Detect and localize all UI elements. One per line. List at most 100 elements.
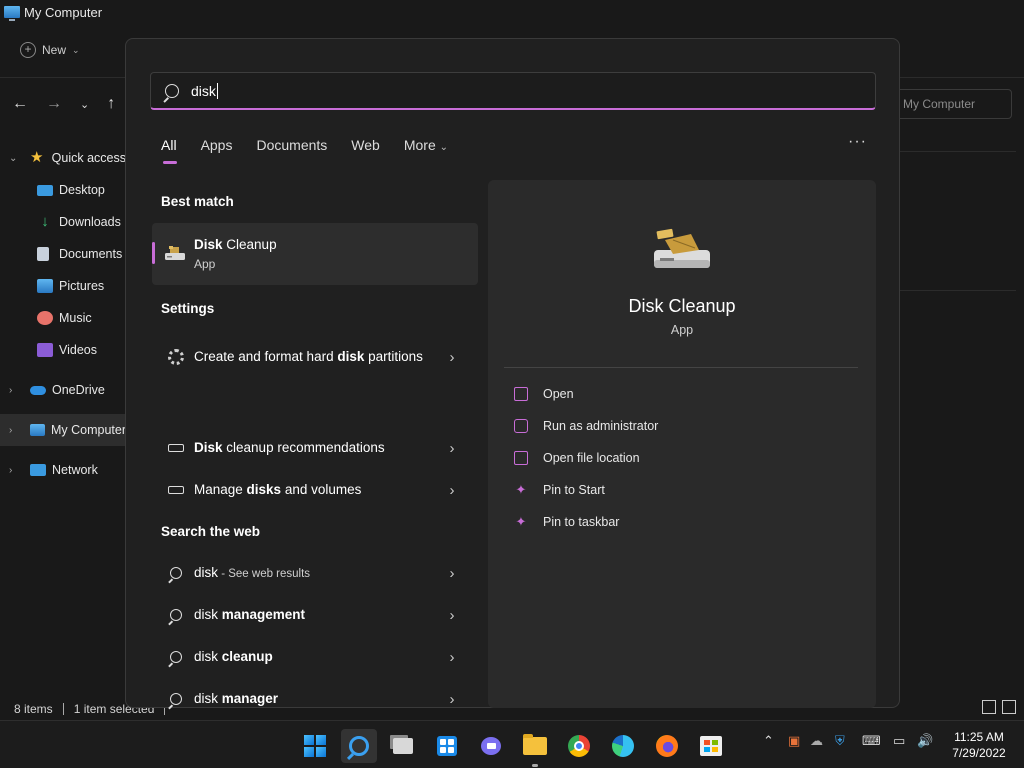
app-tray-icon[interactable]: ▣	[788, 733, 800, 749]
web-result-disk-manager[interactable]: disk manager ›	[152, 688, 478, 710]
chevron-right-icon[interactable]: ›	[442, 482, 462, 499]
task-view-button[interactable]	[385, 729, 421, 763]
nav-desktop[interactable]: Desktop	[0, 174, 126, 206]
firefox-button[interactable]	[649, 729, 685, 763]
chevron-right-icon[interactable]: ›	[9, 385, 12, 396]
network-icon	[30, 464, 46, 476]
nav-onedrive[interactable]: › OneDrive	[0, 374, 126, 406]
new-label: New	[42, 43, 67, 57]
folder-icon	[514, 451, 528, 465]
security-warning-icon[interactable]: ⛨	[835, 733, 845, 749]
back-arrow-icon[interactable]: ←	[12, 95, 28, 113]
chevron-right-icon[interactable]: ›	[9, 425, 12, 436]
tab-all[interactable]: All	[161, 137, 177, 164]
tiles-view-icon[interactable]	[1002, 700, 1016, 714]
address-bar[interactable]: My Computer	[890, 89, 1012, 119]
show-hidden-icons-chevron[interactable]: ⌃	[763, 733, 774, 749]
nav-downloads[interactable]: ↓ Downloads	[0, 206, 126, 238]
tab-documents[interactable]: Documents	[256, 137, 327, 153]
search-input[interactable]: disk	[150, 72, 876, 110]
search-icon	[170, 651, 182, 663]
action-pin-to-taskbar[interactable]: ✦ Pin to taskbar	[514, 514, 620, 529]
chevron-expanded-icon[interactable]: ⌄	[9, 153, 17, 164]
drive-icon	[168, 444, 184, 452]
chevron-right-icon[interactable]: ›	[9, 465, 12, 476]
disk-cleanup-icon	[165, 246, 185, 260]
chevron-right-icon[interactable]: ›	[442, 691, 462, 708]
best-match-result[interactable]: Disk Cleanup App	[152, 223, 478, 285]
network-icon[interactable]: ▭	[893, 733, 905, 749]
search-icon	[349, 736, 369, 756]
keyboard-icon[interactable]: ⌨	[862, 733, 881, 749]
chevron-right-icon[interactable]: ›	[442, 349, 462, 366]
edge-button[interactable]	[605, 729, 641, 763]
search-icon	[170, 609, 182, 621]
nav-label: OneDrive	[52, 383, 105, 397]
chevron-right-icon[interactable]: ›	[442, 565, 462, 582]
widgets-button[interactable]	[429, 729, 465, 763]
search-icon	[170, 693, 182, 705]
action-label: Pin to taskbar	[543, 515, 620, 529]
web-result-disk-cleanup[interactable]: disk cleanup ›	[152, 646, 478, 668]
nav-label: Downloads	[59, 215, 121, 229]
nav-label: Network	[52, 463, 98, 477]
content-divider	[900, 151, 1016, 152]
pin-icon: ✦	[515, 514, 527, 529]
volume-icon[interactable]: 🔊	[917, 733, 933, 749]
nav-pictures[interactable]: Pictures	[0, 270, 126, 302]
edge-icon	[612, 735, 634, 757]
windows-logo-icon	[304, 735, 326, 757]
settings-result-partitions[interactable]: Create and format hard disk partitions ›	[152, 337, 478, 377]
forward-arrow-icon[interactable]: →	[46, 95, 62, 113]
disk-cleanup-icon	[654, 228, 710, 268]
details-view-icon[interactable]	[982, 700, 996, 714]
action-open-file-location[interactable]: Open file location	[514, 451, 640, 465]
teams-chat-icon	[481, 737, 501, 755]
action-run-as-admin[interactable]: Run as administrator	[514, 419, 658, 433]
search-query: disk	[191, 82, 216, 99]
clock-date: 7/29/2022	[952, 746, 1006, 760]
nav-music[interactable]: Music	[0, 302, 126, 334]
tab-more[interactable]: More ⌄	[404, 137, 448, 153]
admin-shield-icon	[514, 419, 528, 433]
tab-more-label: More	[403, 137, 436, 153]
nav-label: My Computer	[50, 423, 126, 437]
up-arrow-icon[interactable]: ↑	[107, 95, 115, 113]
cloud-icon	[30, 385, 46, 395]
tab-apps[interactable]: Apps	[201, 137, 233, 153]
action-pin-to-start[interactable]: ✦ Pin to Start	[514, 482, 605, 497]
search-button[interactable]	[341, 729, 377, 763]
chevron-right-icon[interactable]: ›	[442, 649, 462, 666]
tab-web[interactable]: Web	[351, 137, 380, 153]
system-clock[interactable]: 11:25 AM 7/29/2022	[944, 729, 1014, 761]
store-button[interactable]	[693, 729, 729, 763]
file-explorer-button[interactable]	[517, 729, 553, 767]
nav-network[interactable]: › Network	[0, 454, 126, 486]
web-result-disk-management[interactable]: disk management ›	[152, 604, 478, 626]
nav-label: Quick access	[51, 151, 126, 165]
chevron-right-icon[interactable]: ›	[442, 440, 462, 457]
nav-my-computer[interactable]: › My Computer	[0, 414, 126, 446]
nav-documents[interactable]: Documents	[0, 238, 126, 270]
more-options-icon[interactable]: ···	[848, 133, 867, 151]
settings-result-manage-disks[interactable]: Manage disks and volumes ›	[152, 479, 478, 501]
chat-button[interactable]	[473, 729, 509, 763]
chevron-right-icon[interactable]: ›	[442, 607, 462, 624]
folder-icon	[523, 734, 547, 755]
text-cursor	[216, 82, 218, 99]
start-button[interactable]	[297, 729, 333, 763]
best-match-type: App	[194, 257, 216, 271]
new-button[interactable]: + New ⌄	[20, 42, 80, 58]
drive-icon	[168, 486, 184, 494]
action-label: Open	[543, 387, 574, 401]
recent-locations-icon[interactable]: ⌄	[80, 98, 89, 111]
firefox-icon	[656, 735, 678, 757]
onedrive-offline-icon[interactable]: ☁	[810, 733, 823, 749]
chrome-button[interactable]	[561, 729, 597, 763]
nav-quick-access[interactable]: ⌄ ★ Quick access	[0, 142, 126, 174]
address-text: My Computer	[903, 97, 976, 111]
settings-result-cleanup-recommendations[interactable]: Disk cleanup recommendations ›	[152, 437, 478, 459]
web-result-disk[interactable]: disk - See web results ›	[152, 562, 478, 584]
action-open[interactable]: Open	[514, 387, 574, 401]
nav-videos[interactable]: Videos	[0, 334, 126, 366]
